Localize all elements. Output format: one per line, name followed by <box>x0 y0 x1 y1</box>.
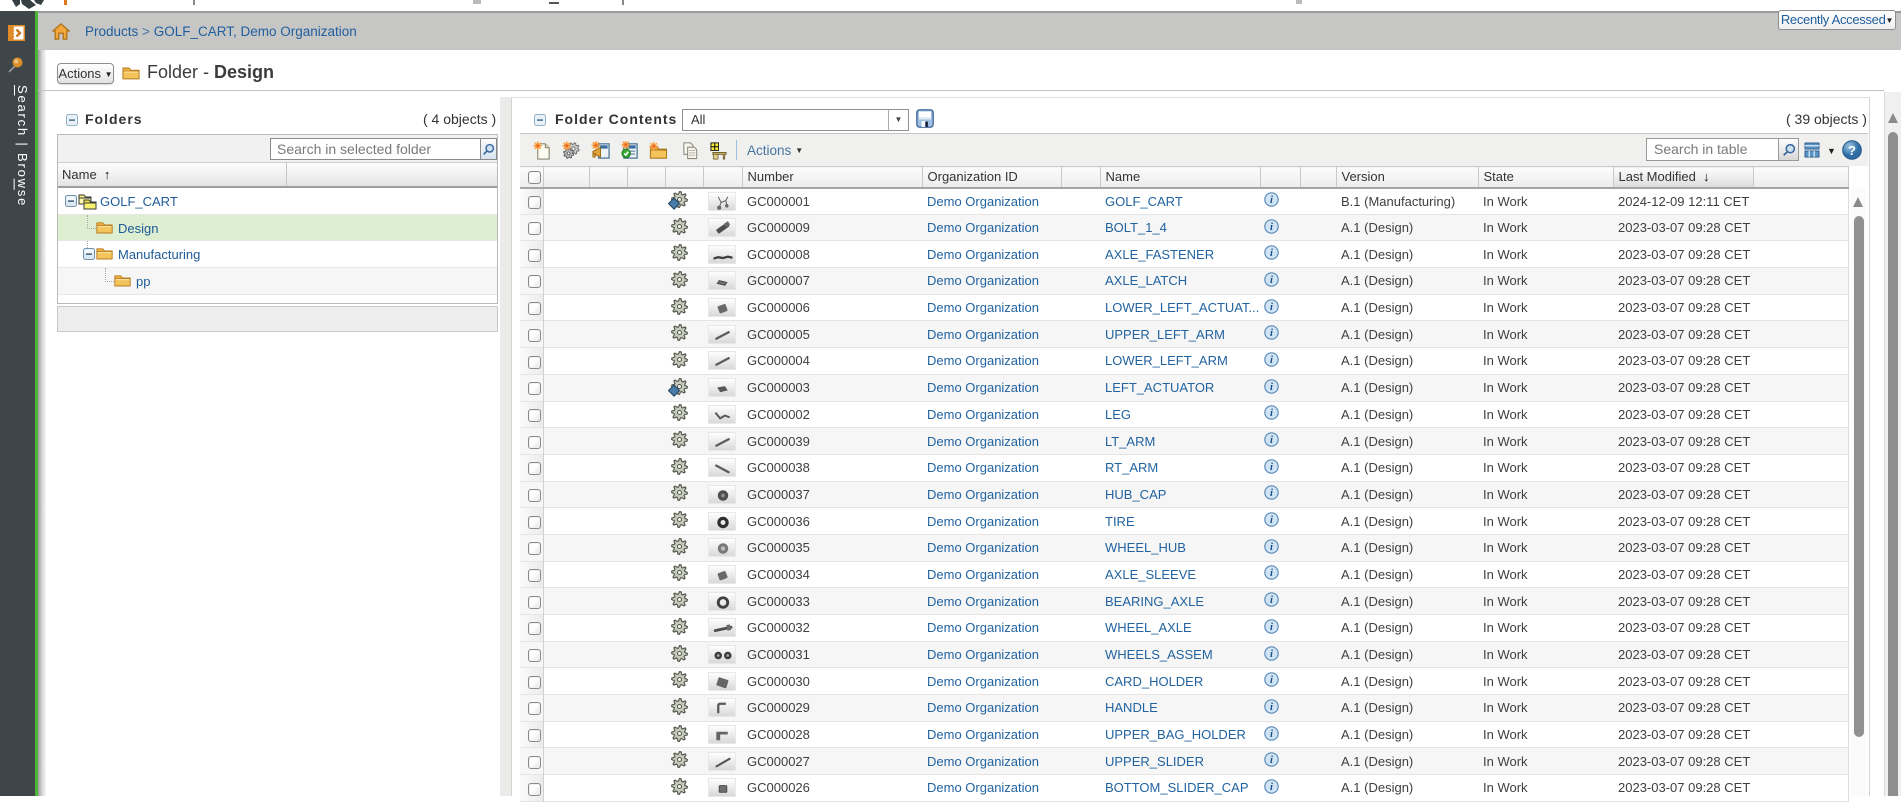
svg-text:i: i <box>1270 542 1273 553</box>
svg-text:i: i <box>1270 195 1273 206</box>
svg-text:i: i <box>1270 515 1273 526</box>
svg-text:i: i <box>1270 569 1273 580</box>
svg-text:i: i <box>1270 435 1273 446</box>
svg-text:i: i <box>1270 275 1273 286</box>
svg-text:i: i <box>1270 409 1273 420</box>
svg-text:i: i <box>1270 328 1273 339</box>
svg-text:i: i <box>1270 248 1273 259</box>
svg-text:i: i <box>1270 302 1273 313</box>
svg-text:?: ? <box>1848 143 1856 158</box>
svg-text:i: i <box>1270 222 1273 233</box>
svg-text:i: i <box>1270 649 1273 660</box>
svg-text:i: i <box>1270 382 1273 393</box>
svg-text:i: i <box>1270 622 1273 633</box>
svg-text:i: i <box>1270 755 1273 766</box>
svg-text:i: i <box>1270 355 1273 366</box>
svg-text:i: i <box>1270 489 1273 500</box>
svg-text:i: i <box>1270 595 1273 606</box>
svg-text:i: i <box>1270 675 1273 686</box>
svg-text:i: i <box>1270 462 1273 473</box>
svg-text:i: i <box>1270 702 1273 713</box>
svg-text:i: i <box>1270 729 1273 740</box>
svg-text:i: i <box>1270 782 1273 793</box>
